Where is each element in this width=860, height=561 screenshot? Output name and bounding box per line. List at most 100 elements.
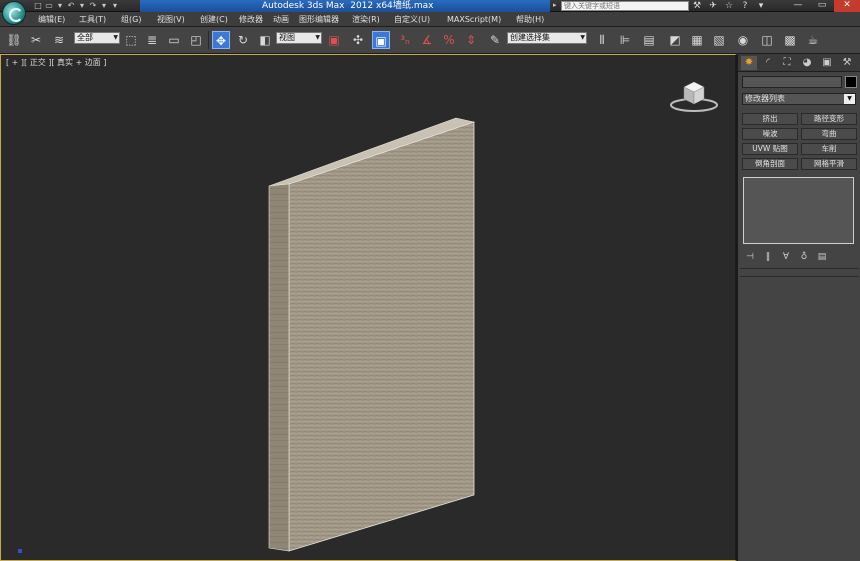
bend-button[interactable]: 弯曲 [801, 128, 857, 140]
utilities-tab-icon[interactable]: ⚒ [839, 56, 855, 70]
pin-stack-icon[interactable]: ⊣ [744, 252, 756, 262]
undo-dropdown-icon[interactable]: ▾ [78, 2, 86, 10]
object-color-swatch[interactable] [845, 76, 857, 88]
unlink-icon[interactable]: ✂ [27, 31, 45, 49]
display-tab-icon[interactable]: ▣ [819, 56, 835, 70]
chevron-down-icon: ▼ [580, 34, 585, 41]
create-tab-icon[interactable]: ✸ [741, 56, 757, 70]
quick-access-toolbar: □ ▭ ▾ ↶ ▾ ↷ ▾ ▾ [34, 0, 119, 12]
lathe-button[interactable]: 车削 [801, 143, 857, 155]
perspective-viewport[interactable]: [ + ][ 正交 ][ 真实 + 边面 ] [0, 54, 737, 561]
pivot-center-icon[interactable]: ▣ [325, 31, 343, 49]
menu-customize[interactable]: 自定义(U) [394, 12, 430, 27]
help-dropdown-icon[interactable]: ▾ [756, 1, 766, 11]
motion-tab-icon[interactable]: ◕ [799, 56, 815, 70]
make-unique-icon[interactable]: ∀ [780, 252, 792, 262]
ref-coord-value: 视图 [279, 33, 295, 42]
rect-region-icon[interactable]: ▭ [165, 31, 183, 49]
edit-named-selection-icon[interactable]: ✎ [486, 31, 504, 49]
noise-button[interactable]: 噪波 [742, 128, 798, 140]
snap-toggle-icon[interactable]: ³ₙ [396, 31, 414, 49]
menu-animation[interactable]: 动画 [273, 12, 289, 27]
app-logo-icon[interactable] [2, 1, 26, 25]
render-setup-icon[interactable]: ◫ [758, 31, 776, 49]
world-axis-icon [18, 549, 22, 553]
search-toggle-icon[interactable]: ▸ [553, 1, 559, 11]
redo-dropdown-icon[interactable]: ▾ [100, 2, 108, 10]
menu-group[interactable]: 组(G) [121, 12, 141, 27]
panel-tabs: ✸ ◜ ⛶ ◕ ▣ ⚒ [738, 54, 860, 72]
communication-icon[interactable]: ✈ [708, 1, 718, 11]
spinner-snap-icon[interactable]: ⇕ [462, 31, 480, 49]
menu-views[interactable]: 视图(V) [157, 12, 185, 27]
schematic-view-icon[interactable]: ▧ [710, 31, 728, 49]
search-input[interactable]: 键入关键字或短语 [561, 1, 689, 11]
mirror-icon[interactable]: ⫴ [593, 31, 611, 49]
remove-modifier-icon[interactable]: ♁ [798, 252, 810, 262]
configure-sets-icon[interactable]: ▤ [816, 252, 828, 262]
select-object-icon[interactable]: ⬚ [122, 31, 140, 49]
wall-object[interactable] [1, 55, 738, 561]
menu-graph-editors[interactable]: 图形编辑器 [299, 12, 339, 27]
chevron-down-icon: ▼ [844, 94, 855, 104]
layer-manager-icon[interactable]: ▤ [640, 31, 658, 49]
panel-divider [740, 268, 859, 269]
menu-tools[interactable]: 工具(T) [79, 12, 106, 27]
select-rotate-icon[interactable]: ↻ [234, 31, 252, 49]
menu-edit[interactable]: 编辑(E) [38, 12, 65, 27]
modify-tab-icon[interactable]: ◜ [760, 56, 776, 70]
select-move-icon[interactable]: ✥ [212, 31, 230, 49]
wall-side-face [268, 183, 290, 552]
select-by-name-icon[interactable]: ≣ [143, 31, 161, 49]
menu-bar: 编辑(E) 工具(T) 组(G) 视图(V) 创建(C) 修改器 动画 图形编辑… [0, 12, 860, 27]
bevel-profile-button[interactable]: 倒角剖面 [742, 158, 798, 170]
maximize-button[interactable]: ▭ [810, 0, 834, 12]
material-editor-icon[interactable]: ◉ [734, 31, 752, 49]
meshsmooth-button[interactable]: 网格平滑 [801, 158, 857, 170]
rendered-frame-icon[interactable]: ▩ [781, 31, 799, 49]
close-button[interactable]: ✕ [834, 0, 860, 12]
minimize-button[interactable]: — [786, 0, 810, 12]
bind-spacewarp-icon[interactable]: ≋ [50, 31, 68, 49]
modifier-stack[interactable] [743, 177, 854, 244]
select-manipulate-icon[interactable]: ✣ [349, 31, 367, 49]
menu-create[interactable]: 创建(C) [200, 12, 228, 27]
modifier-list-dropdown[interactable]: 修改器列表 ▼ [742, 93, 856, 105]
percent-snap-icon[interactable]: % [440, 31, 458, 49]
named-selection-dropdown[interactable]: 创建选择集 ▼ [507, 32, 587, 44]
help-icon[interactable]: ? [740, 1, 750, 11]
save-file-icon[interactable]: ▾ [56, 2, 64, 10]
window-crossing-icon[interactable]: ◰ [187, 31, 205, 49]
selection-filter-dropdown[interactable]: 全部 ▼ [74, 32, 120, 44]
named-selection-value: 创建选择集 [510, 33, 550, 42]
open-file-icon[interactable]: ▭ [45, 2, 53, 10]
align-icon[interactable]: ⊫ [616, 31, 634, 49]
select-scale-icon[interactable]: ◧ [256, 31, 274, 49]
binoculars-icon[interactable]: ⚒ [692, 1, 702, 11]
angle-snap-icon[interactable]: ∡ [418, 31, 436, 49]
menu-rendering[interactable]: 渲染(R) [352, 12, 380, 27]
keyboard-shortcut-icon[interactable]: ▣ [372, 31, 390, 49]
redo-icon[interactable]: ↷ [89, 2, 97, 10]
render-production-icon[interactable]: ☕ [804, 31, 822, 49]
hierarchy-tab-icon[interactable]: ⛶ [779, 56, 795, 70]
curve-editor-icon[interactable]: ▦ [688, 31, 706, 49]
undo-icon[interactable]: ↶ [67, 2, 75, 10]
uvw-map-button[interactable]: UVW 贴图 [742, 143, 798, 155]
command-panel: ✸ ◜ ⛶ ◕ ▣ ⚒ 修改器列表 ▼ 挤出 路径变形 噪波 弯曲 UVW 贴图… [737, 54, 860, 561]
menu-help[interactable]: 帮助(H) [516, 12, 544, 27]
object-name-field[interactable] [742, 76, 842, 88]
wall-front-face [288, 121, 475, 552]
extrude-button[interactable]: 挤出 [742, 113, 798, 125]
ref-coord-dropdown[interactable]: 视图 ▼ [276, 32, 322, 44]
file-title: 墙纸.max [393, 1, 434, 11]
show-end-result-icon[interactable]: ‖ [762, 252, 774, 262]
graphite-tools-icon[interactable]: ◩ [666, 31, 684, 49]
favorites-icon[interactable]: ☆ [724, 1, 734, 11]
menu-maxscript[interactable]: MAXScript(M) [447, 12, 501, 27]
customize-qa-icon[interactable]: ▾ [111, 2, 119, 10]
menu-modifiers[interactable]: 修改器 [239, 12, 263, 27]
link-icon[interactable]: ⛓ [5, 31, 23, 49]
new-file-icon[interactable]: □ [34, 2, 42, 10]
path-deform-button[interactable]: 路径变形 [801, 113, 857, 125]
